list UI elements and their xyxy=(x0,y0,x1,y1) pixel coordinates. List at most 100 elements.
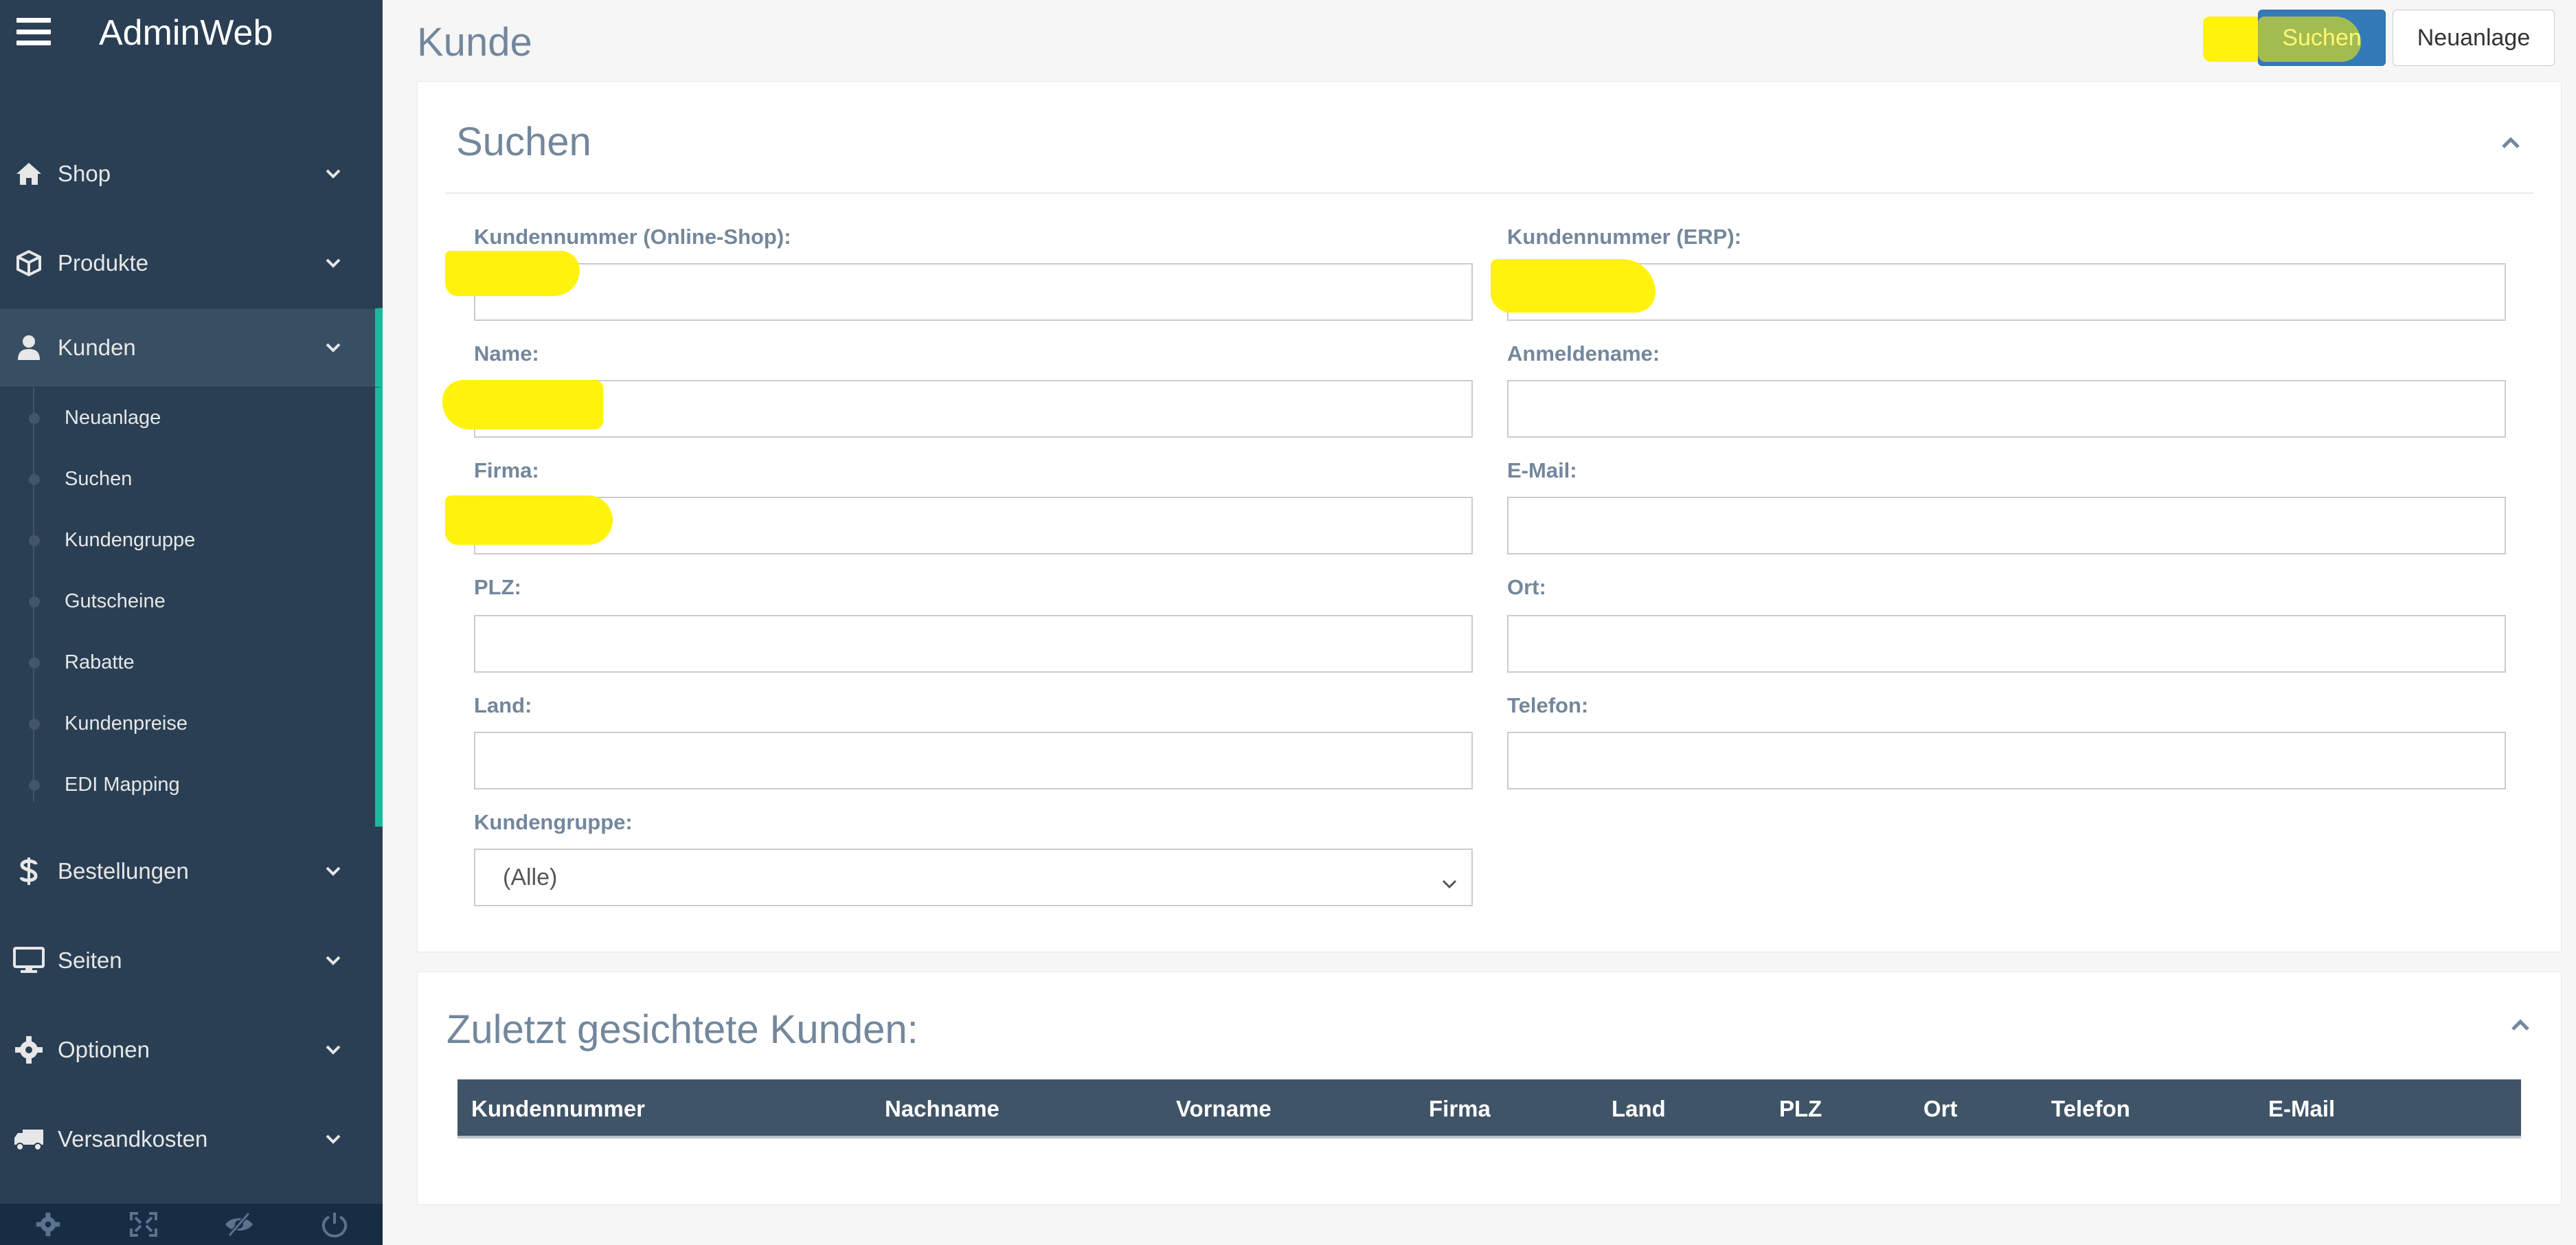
email-input[interactable] xyxy=(1507,497,2506,554)
chevron-down-icon xyxy=(323,1129,343,1149)
submenu-item-neuanlage[interactable]: Neuanlage xyxy=(0,388,375,449)
chevron-down-icon xyxy=(323,1040,343,1060)
customer-group-label: Kundengruppe: xyxy=(474,810,633,834)
chevron-down-icon xyxy=(323,861,343,882)
chevron-down-icon xyxy=(323,164,343,184)
recent-customers-panel: Zuletzt gesichtete Kunden: Kundennummer … xyxy=(417,972,2562,1205)
column-header-vorname[interactable]: Vorname xyxy=(1176,1096,1272,1122)
hamburger-menu-icon[interactable] xyxy=(16,18,51,45)
company-label: Firma: xyxy=(474,458,539,482)
submenu-item-edi-mapping[interactable]: EDI Mapping xyxy=(0,754,375,816)
city-label: Ort: xyxy=(1507,575,1546,599)
chevron-up-icon[interactable] xyxy=(2507,1015,2534,1035)
sidebar-item-label: Versandkosten xyxy=(58,1126,208,1152)
settings-icon[interactable] xyxy=(0,1204,95,1245)
chevron-up-icon[interactable] xyxy=(2497,133,2524,153)
desktop-icon xyxy=(12,944,45,977)
country-input[interactable] xyxy=(474,732,1473,789)
user-icon xyxy=(12,331,45,364)
truck-icon xyxy=(12,1123,45,1156)
customer-no-erp-input[interactable] xyxy=(1507,263,2506,321)
column-header-land[interactable]: Land xyxy=(1612,1096,1666,1122)
sidebar-item-produkte[interactable]: Produkte xyxy=(0,218,383,308)
submenu-label: Kundengruppe xyxy=(65,529,196,551)
page-title: Kunde xyxy=(417,20,532,65)
submenu-item-gutscheine[interactable]: Gutscheine xyxy=(0,571,375,632)
column-header-email[interactable]: E-Mail xyxy=(2268,1096,2335,1122)
bullet-icon xyxy=(29,535,40,546)
annotation-highlight xyxy=(445,495,613,545)
customer-no-shop-input[interactable] xyxy=(474,263,1473,321)
sidebar-footer xyxy=(0,1204,383,1245)
main-content: Kunde Suchen Neuanlage Suchen Kundennumm… xyxy=(383,0,2576,1245)
submenu-label: Suchen xyxy=(65,468,133,490)
sidebar-item-kunden[interactable]: Kunden xyxy=(0,308,383,388)
sidebar-item-seiten[interactable]: Seiten xyxy=(0,916,383,1005)
home-icon xyxy=(12,157,45,190)
sidebar-item-label: Optionen xyxy=(58,1037,150,1062)
sidebar-item-label: Produkte xyxy=(58,250,149,276)
bullet-icon xyxy=(29,596,40,607)
submenu-label: Kundenpreise xyxy=(65,713,188,734)
gear-icon xyxy=(12,1033,45,1066)
recent-customers-table-header: Kundennummer Nachname Vorname Firma Land… xyxy=(457,1079,2521,1139)
zip-input[interactable] xyxy=(474,615,1473,673)
customer-no-shop-label: Kundennummer (Online-Shop): xyxy=(474,225,791,249)
login-name-input[interactable] xyxy=(1507,380,2506,438)
chevron-down-icon xyxy=(1441,869,1462,890)
column-header-nachname[interactable]: Nachname xyxy=(885,1096,999,1122)
submenu-item-kundengruppe[interactable]: Kundengruppe xyxy=(0,510,375,571)
search-panel: Suchen Kundennummer (Online-Shop): Kunde… xyxy=(417,81,2562,952)
country-label: Land: xyxy=(474,693,532,717)
sidebar-nav: Shop Produkte Kunden Neuanlage Suchen Ku… xyxy=(0,129,383,1184)
column-header-plz[interactable]: PLZ xyxy=(1779,1096,1822,1122)
submenu-item-kundenpreise[interactable]: Kundenpreise xyxy=(0,693,375,754)
column-header-kundennummer[interactable]: Kundennummer xyxy=(471,1096,645,1122)
kunden-submenu: Neuanlage Suchen Kundengruppe Gutscheine… xyxy=(0,388,383,827)
sidebar-item-label: Seiten xyxy=(58,947,122,973)
chevron-down-icon xyxy=(323,337,343,358)
customer-group-selected: (Alle) xyxy=(503,864,558,890)
sidebar-item-label: Shop xyxy=(58,161,111,186)
phone-input[interactable] xyxy=(1507,732,2506,789)
column-header-telefon[interactable]: Telefon xyxy=(2051,1096,2130,1122)
submenu-label: EDI Mapping xyxy=(65,774,180,796)
sidebar-item-bestellungen[interactable]: Bestellungen xyxy=(0,827,383,916)
submenu-item-suchen[interactable]: Suchen xyxy=(0,449,375,510)
phone-label: Telefon: xyxy=(1507,693,1589,717)
brand-bar: AdminWeb xyxy=(0,0,383,69)
bullet-icon xyxy=(29,412,40,424)
annotation-highlight xyxy=(2258,16,2361,62)
app-title: AdminWeb xyxy=(99,13,273,53)
sidebar-item-label: Kunden xyxy=(58,335,136,360)
email-label: E-Mail: xyxy=(1507,458,1577,482)
annotation-highlight xyxy=(445,251,580,296)
panel-title: Suchen xyxy=(456,120,591,164)
cube-icon xyxy=(12,247,45,280)
chevron-down-icon xyxy=(323,950,343,971)
sidebar-item-optionen[interactable]: Optionen xyxy=(0,1005,383,1095)
company-input[interactable] xyxy=(474,497,1473,554)
submenu-label: Neuanlage xyxy=(65,407,161,429)
column-header-firma[interactable]: Firma xyxy=(1429,1096,1491,1122)
fullscreen-icon[interactable] xyxy=(95,1204,191,1245)
bullet-icon xyxy=(29,718,40,730)
bullet-icon xyxy=(29,657,40,669)
bullet-icon xyxy=(29,473,40,485)
sidebar: AdminWeb Shop Produkte Kunden Neuanlage … xyxy=(0,0,383,1245)
submenu-item-rabatte[interactable]: Rabatte xyxy=(0,632,375,693)
new-customer-button[interactable]: Neuanlage xyxy=(2393,10,2555,66)
column-header-ort[interactable]: Ort xyxy=(1923,1096,1958,1122)
city-input[interactable] xyxy=(1507,615,2506,673)
dollar-icon xyxy=(12,855,45,888)
zip-label: PLZ: xyxy=(474,575,521,599)
panel-title: Zuletzt gesichtete Kunden: xyxy=(447,1007,918,1052)
eye-slash-icon[interactable] xyxy=(192,1204,287,1245)
name-input[interactable] xyxy=(474,380,1473,438)
customer-group-select[interactable]: (Alle) xyxy=(474,849,1473,906)
chevron-down-icon xyxy=(323,253,343,273)
power-icon[interactable] xyxy=(287,1204,383,1245)
sidebar-item-shop[interactable]: Shop xyxy=(0,129,383,218)
bullet-icon xyxy=(29,779,40,791)
sidebar-item-versandkosten[interactable]: Versandkosten xyxy=(0,1095,383,1184)
